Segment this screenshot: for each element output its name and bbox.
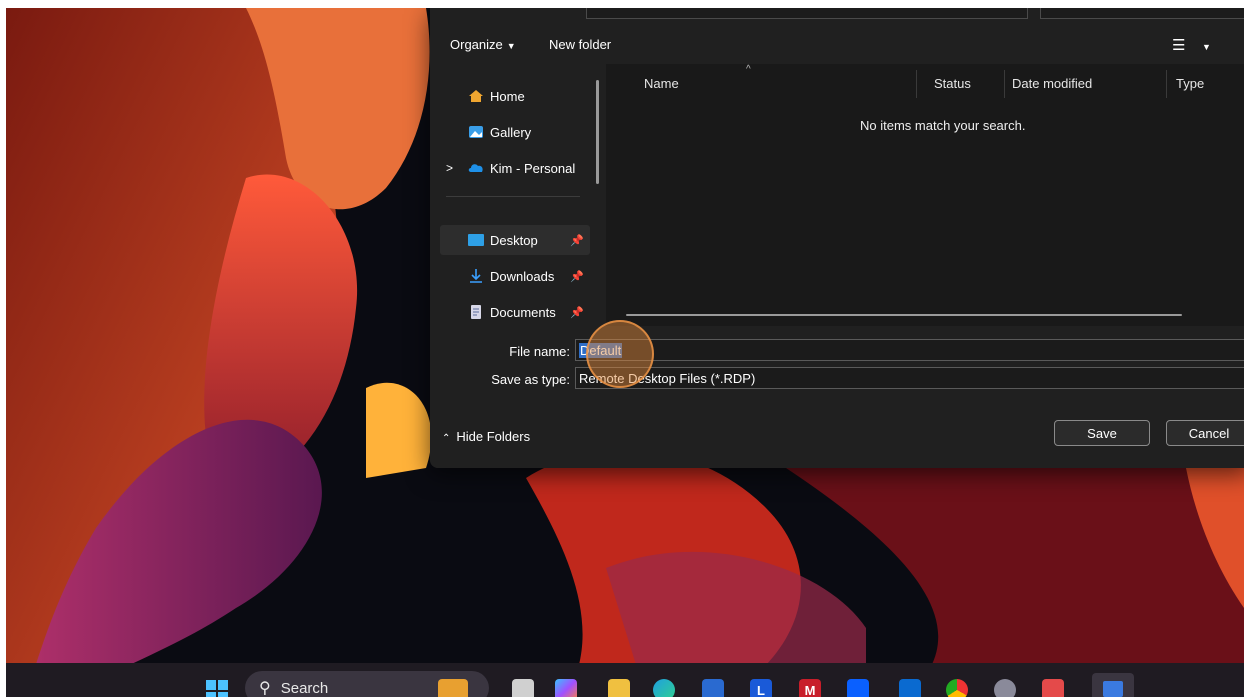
command-bar: Organize ▼ New folder ☰ ▼ bbox=[430, 32, 1244, 60]
nav-label: Kim - Personal bbox=[490, 160, 576, 176]
new-folder-button[interactable]: New folder bbox=[549, 37, 611, 52]
nav-item-gallery[interactable]: Gallery bbox=[468, 117, 616, 147]
nav-item-documents[interactable]: Documents 📌 bbox=[468, 297, 590, 327]
outlook-icon[interactable] bbox=[899, 679, 921, 697]
organize-label: Organize bbox=[450, 37, 503, 52]
nav-label: Desktop bbox=[490, 232, 538, 248]
sort-up-icon: ^ bbox=[746, 64, 751, 75]
nav-divider bbox=[446, 196, 580, 197]
onedrive-cloud-icon bbox=[468, 164, 483, 172]
nav-label: Gallery bbox=[490, 124, 532, 140]
file-explorer-icon[interactable] bbox=[608, 679, 630, 697]
list-view-icon[interactable]: ☰ bbox=[1172, 36, 1185, 54]
save-as-dialog: Organize ▼ New folder ☰ ▼ Home Gallery > … bbox=[430, 8, 1244, 468]
column-header-status[interactable]: Status bbox=[934, 76, 971, 91]
task-view-icon[interactable] bbox=[512, 679, 534, 697]
settings-icon[interactable] bbox=[994, 679, 1016, 697]
nav-label: Documents bbox=[490, 304, 556, 320]
save-button[interactable]: Save bbox=[1054, 420, 1150, 446]
edge-icon[interactable] bbox=[653, 679, 675, 697]
todoist-icon[interactable] bbox=[1042, 679, 1064, 697]
nav-label: Downloads bbox=[490, 268, 555, 284]
hide-folders-button[interactable]: ⌃ Hide Folders bbox=[442, 429, 530, 444]
file-list: ^ Name Status Date modified Type No item… bbox=[606, 64, 1244, 326]
address-row bbox=[430, 8, 1244, 28]
column-header-date-modified[interactable]: Date modified bbox=[1012, 76, 1092, 91]
chrome-icon[interactable] bbox=[946, 679, 968, 697]
organize-menu[interactable]: Organize ▼ bbox=[450, 37, 516, 52]
l-app-icon[interactable]: L bbox=[750, 679, 772, 697]
desktop-folder-icon bbox=[468, 234, 484, 246]
download-icon bbox=[470, 269, 482, 283]
chevron-up-icon: ⌃ bbox=[442, 433, 451, 444]
taskbar: ⚲ Search L M bbox=[6, 663, 1244, 697]
widgets-icon[interactable] bbox=[438, 679, 468, 697]
save-as-type-label: Save as type: bbox=[491, 372, 570, 387]
click-highlight bbox=[586, 320, 654, 388]
nav-item-onedrive[interactable]: > Kim - Personal bbox=[446, 153, 616, 183]
column-divider[interactable] bbox=[916, 70, 917, 98]
hide-folders-label: Hide Folders bbox=[456, 429, 531, 444]
dialog-footer: File name: Default Save as type: Remote … bbox=[430, 326, 1244, 468]
column-divider[interactable] bbox=[1166, 70, 1167, 98]
nav-item-home[interactable]: Home bbox=[468, 81, 616, 111]
documents-icon bbox=[471, 305, 481, 319]
gallery-icon bbox=[469, 126, 483, 138]
column-divider[interactable] bbox=[1004, 70, 1005, 98]
copilot-icon[interactable] bbox=[555, 679, 577, 697]
file-name-label: File name: bbox=[509, 344, 570, 359]
search-icon: ⚲ bbox=[259, 680, 271, 697]
nav-item-downloads[interactable]: Downloads 📌 bbox=[468, 261, 590, 291]
pin-icon: 📌 bbox=[570, 270, 584, 283]
column-header-type[interactable]: Type bbox=[1176, 76, 1204, 91]
pin-icon: 📌 bbox=[570, 234, 584, 247]
navigation-pane: Home Gallery > Kim - Personal Desktop 📌 … bbox=[434, 66, 594, 324]
search-placeholder: Search bbox=[280, 679, 329, 697]
start-icon[interactable] bbox=[205, 679, 229, 697]
nav-label: Home bbox=[490, 88, 525, 104]
search-box[interactable] bbox=[1040, 8, 1244, 19]
store-icon[interactable] bbox=[702, 679, 724, 697]
horizontal-scrollbar[interactable] bbox=[626, 314, 1182, 316]
expand-chevron-icon[interactable]: > bbox=[446, 161, 462, 175]
nav-item-desktop[interactable]: Desktop 📌 bbox=[440, 225, 590, 255]
file-name-input[interactable]: Default bbox=[575, 339, 1244, 361]
desktop-screen: Organize ▼ New folder ☰ ▼ Home Gallery > … bbox=[6, 8, 1244, 697]
pin-icon: 📌 bbox=[570, 306, 584, 319]
cancel-button[interactable]: Cancel bbox=[1166, 420, 1244, 446]
column-header-name[interactable]: Name bbox=[644, 76, 679, 91]
nav-scrollbar[interactable] bbox=[596, 80, 599, 184]
save-as-type-select[interactable]: Remote Desktop Files (*.RDP) bbox=[575, 367, 1244, 389]
remote-desktop-icon[interactable] bbox=[1092, 673, 1134, 697]
mcafee-icon[interactable]: M bbox=[799, 679, 821, 697]
chevron-down-icon[interactable]: ▼ bbox=[1202, 42, 1211, 52]
chevron-down-icon: ▼ bbox=[506, 41, 516, 51]
address-bar[interactable] bbox=[586, 8, 1028, 19]
home-icon bbox=[469, 90, 483, 102]
empty-message: No items match your search. bbox=[860, 118, 1026, 133]
dropbox-icon[interactable] bbox=[847, 679, 869, 697]
